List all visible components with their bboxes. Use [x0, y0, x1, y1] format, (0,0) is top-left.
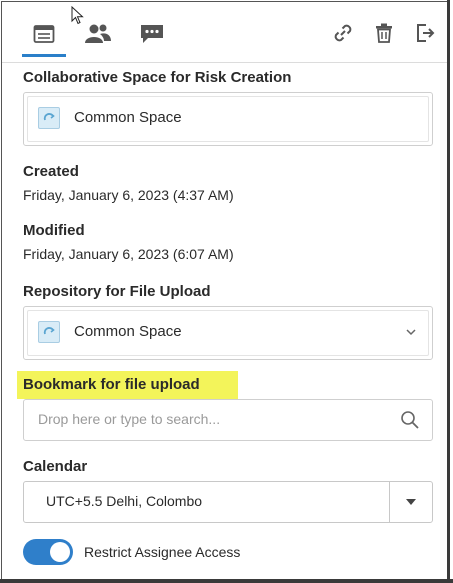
close-panel-button[interactable]	[414, 22, 436, 44]
restrict-assignee-label: Restrict Assignee Access	[84, 544, 241, 560]
collab-space-card[interactable]: Common Space	[23, 92, 433, 146]
tab-members[interactable]	[82, 18, 114, 50]
repository-select[interactable]: Common Space	[23, 306, 433, 360]
modified-label: Modified	[23, 222, 85, 239]
properties-icon	[33, 25, 55, 43]
toggle-knob	[50, 542, 70, 562]
window-edge-right	[447, 0, 450, 583]
calendar-label: Calendar	[23, 458, 88, 475]
collab-space-label: Collaborative Space for Risk Creation	[23, 69, 292, 86]
caret-down-icon	[406, 499, 416, 505]
calendar-dropdown-button[interactable]	[389, 482, 432, 522]
exit-icon	[417, 24, 435, 42]
chevron-down-icon	[406, 329, 416, 336]
repository-label: Repository for File Upload	[23, 283, 211, 300]
copy-link-button[interactable]	[332, 22, 354, 44]
properties-panel: Collaborative Space for Risk Creation Co…	[1, 1, 450, 580]
repository-value: Common Space	[74, 323, 182, 340]
window-edge-bottom	[0, 579, 453, 583]
calendar-value: UTC+5.5 Delhi, Colombo	[46, 493, 203, 509]
space-icon	[38, 321, 60, 343]
search-icon[interactable]	[400, 410, 420, 430]
tab-bar	[2, 2, 449, 63]
collab-space-name: Common Space	[74, 109, 182, 126]
mouse-cursor-icon	[71, 6, 84, 25]
people-icon	[85, 24, 111, 43]
tab-properties[interactable]	[22, 18, 66, 57]
created-label: Created	[23, 163, 79, 180]
space-icon	[38, 107, 60, 129]
calendar-select[interactable]: UTC+5.5 Delhi, Colombo	[23, 481, 433, 523]
modified-value: Friday, January 6, 2023 (6:07 AM)	[23, 246, 234, 262]
tab-comments[interactable]	[136, 18, 168, 50]
chat-icon	[141, 25, 163, 43]
restrict-assignee-toggle[interactable]	[23, 539, 73, 565]
bookmark-label: Bookmark for file upload	[23, 376, 200, 393]
delete-button[interactable]	[373, 22, 395, 44]
bookmark-search-input[interactable]: Drop here or type to search...	[23, 399, 433, 441]
created-value: Friday, January 6, 2023 (4:37 AM)	[23, 187, 234, 203]
bookmark-search-placeholder: Drop here or type to search...	[38, 411, 221, 427]
trash-icon	[376, 23, 392, 43]
link-icon	[334, 24, 352, 42]
